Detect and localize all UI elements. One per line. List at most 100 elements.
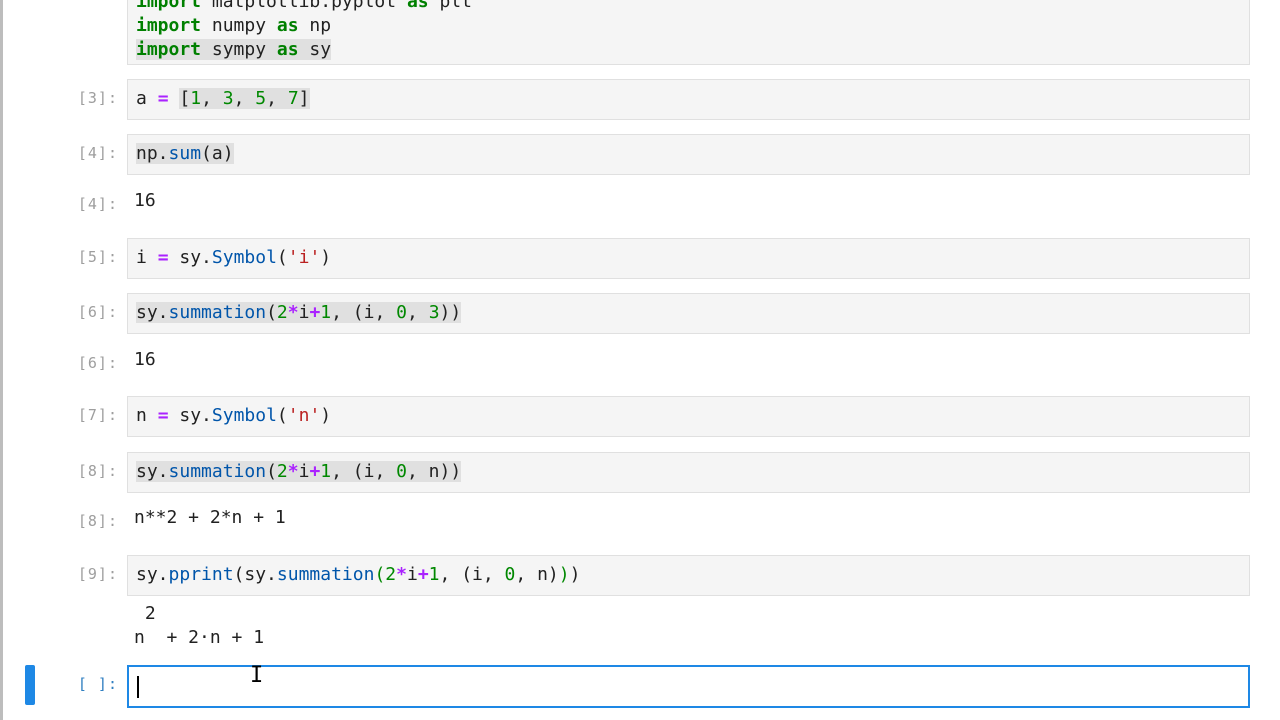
code-token: 'i' bbox=[287, 247, 321, 268]
code-input[interactable]: sy.summation(2*i+1, (i, 0, 3)) bbox=[127, 293, 1250, 334]
code-token: * bbox=[287, 302, 299, 323]
code-token: import bbox=[136, 15, 202, 36]
code-token: ( bbox=[276, 247, 288, 268]
code-token: = bbox=[157, 88, 169, 109]
code-token: i bbox=[136, 247, 158, 268]
code-token: sy. bbox=[168, 247, 212, 268]
code-token: 5 bbox=[255, 88, 267, 109]
active-cell-indicator bbox=[25, 665, 35, 705]
code-token: as bbox=[276, 39, 299, 60]
code-token: * bbox=[287, 461, 299, 482]
code-token: 1 bbox=[190, 88, 202, 109]
code-token: 3 bbox=[222, 88, 234, 109]
code-token: np. bbox=[136, 143, 169, 164]
code-token: as bbox=[406, 0, 429, 12]
code-token: , bbox=[233, 88, 256, 109]
code-token: matplotlib.pyplot bbox=[201, 0, 407, 12]
code-token: np bbox=[298, 15, 332, 36]
code-token: 1 bbox=[428, 564, 440, 585]
code-token: 7 bbox=[287, 88, 299, 109]
cell-output: n**2 + 2*n + 1 bbox=[134, 507, 286, 528]
code-token: (a) bbox=[201, 143, 234, 164]
code-input[interactable]: sy.summation(2*i+1, (i, 0, n)) bbox=[127, 452, 1250, 493]
code-input[interactable] bbox=[127, 665, 1250, 708]
code-token: sy. bbox=[168, 405, 212, 426]
output-prompt: [8]: bbox=[77, 512, 118, 530]
code-line: import sympy as sy bbox=[136, 38, 332, 62]
code-token: , (i, bbox=[331, 302, 397, 323]
code-token: sympy bbox=[201, 39, 277, 60]
code-token: * bbox=[396, 564, 407, 585]
code-input[interactable]: np.sum(a) bbox=[127, 134, 1250, 175]
code-token: ( bbox=[266, 302, 277, 323]
code-token: = bbox=[157, 247, 169, 268]
code-line: import numpy as np bbox=[136, 14, 331, 38]
code-input[interactable]: a = [1, 3, 5, 7] bbox=[127, 79, 1250, 120]
code-token: 2 bbox=[276, 302, 288, 323]
code-token: , n) bbox=[515, 564, 559, 585]
code-token: import bbox=[136, 0, 202, 12]
code-line: np.sum(a) bbox=[136, 142, 234, 166]
code-token: i bbox=[298, 461, 310, 482]
output-prompt: [4]: bbox=[77, 195, 118, 213]
code-token: + bbox=[309, 302, 321, 323]
code-input[interactable]: import matplotlib.pyplot as plt import nu… bbox=[127, 0, 1250, 65]
cell-output: 16 bbox=[134, 190, 156, 211]
code-token: , bbox=[407, 302, 429, 323]
code-token: 'n' bbox=[287, 405, 321, 426]
code-line: n = sy.Symbol('n') bbox=[136, 404, 331, 428]
code-token: numpy bbox=[201, 15, 277, 36]
code-token: pprint bbox=[168, 564, 234, 585]
input-prompt: [7]: bbox=[77, 406, 118, 424]
code-token: as bbox=[276, 15, 299, 36]
code-line: sy.pprint(sy.summation(2*i+1, (i, 0, n))… bbox=[136, 563, 580, 587]
code-line: import matplotlib.pyplot as plt bbox=[136, 0, 472, 14]
code-token: ) bbox=[320, 405, 332, 426]
code-token: sum bbox=[168, 143, 202, 164]
code-token: 1 bbox=[320, 302, 332, 323]
code-token: sy. bbox=[136, 461, 169, 482]
input-prompt: [4]: bbox=[77, 144, 118, 162]
code-line: a = [1, 3, 5, 7] bbox=[136, 87, 310, 111]
code-token: 2 bbox=[385, 564, 397, 585]
code-token: , (i, bbox=[331, 461, 397, 482]
code-token: 0 bbox=[504, 564, 516, 585]
code-token: )) bbox=[439, 302, 462, 323]
input-prompt: [5]: bbox=[77, 248, 118, 266]
code-input[interactable]: i = sy.Symbol('i') bbox=[127, 238, 1250, 279]
notebook-left-border bbox=[0, 0, 3, 720]
code-token: sy. bbox=[136, 302, 169, 323]
code-line: sy.summation(2*i+1, (i, 0, n)) bbox=[136, 460, 462, 484]
code-token: a bbox=[136, 88, 158, 109]
input-prompt: [8]: bbox=[77, 462, 118, 480]
code-token: 1 bbox=[320, 461, 332, 482]
code-input[interactable]: sy.pprint(sy.summation(2*i+1, (i, 0, n))… bbox=[127, 555, 1250, 596]
code-token: [ bbox=[179, 88, 191, 109]
cell-output: 2 bbox=[134, 603, 156, 624]
cell-output: 16 bbox=[134, 349, 156, 370]
code-token: summation bbox=[168, 461, 267, 482]
code-token: ) bbox=[320, 247, 332, 268]
code-line: sy.summation(2*i+1, (i, 0, 3)) bbox=[136, 301, 462, 325]
text-cursor-ibeam-icon: I bbox=[250, 663, 264, 688]
code-token: summation bbox=[168, 302, 267, 323]
code-token: , n)) bbox=[407, 461, 462, 482]
input-prompt: [ ]: bbox=[77, 675, 118, 693]
code-token: import bbox=[136, 39, 202, 60]
code-line: i = sy.Symbol('i') bbox=[136, 246, 331, 270]
code-token: sy bbox=[298, 39, 332, 60]
code-token: (sy. bbox=[233, 564, 277, 585]
code-token: ( bbox=[276, 405, 288, 426]
code-token: , bbox=[266, 88, 288, 109]
code-token: Symbol bbox=[211, 405, 277, 426]
code-token: = bbox=[157, 405, 169, 426]
code-input[interactable]: n = sy.Symbol('n') bbox=[127, 396, 1250, 437]
input-prompt: [9]: bbox=[77, 565, 118, 583]
code-token: , (i, bbox=[439, 564, 505, 585]
code-token: 0 bbox=[396, 461, 407, 482]
code-token: ] bbox=[298, 88, 310, 109]
code-token: ) bbox=[569, 564, 581, 585]
code-token: plt bbox=[428, 0, 472, 12]
code-token: , bbox=[201, 88, 223, 109]
